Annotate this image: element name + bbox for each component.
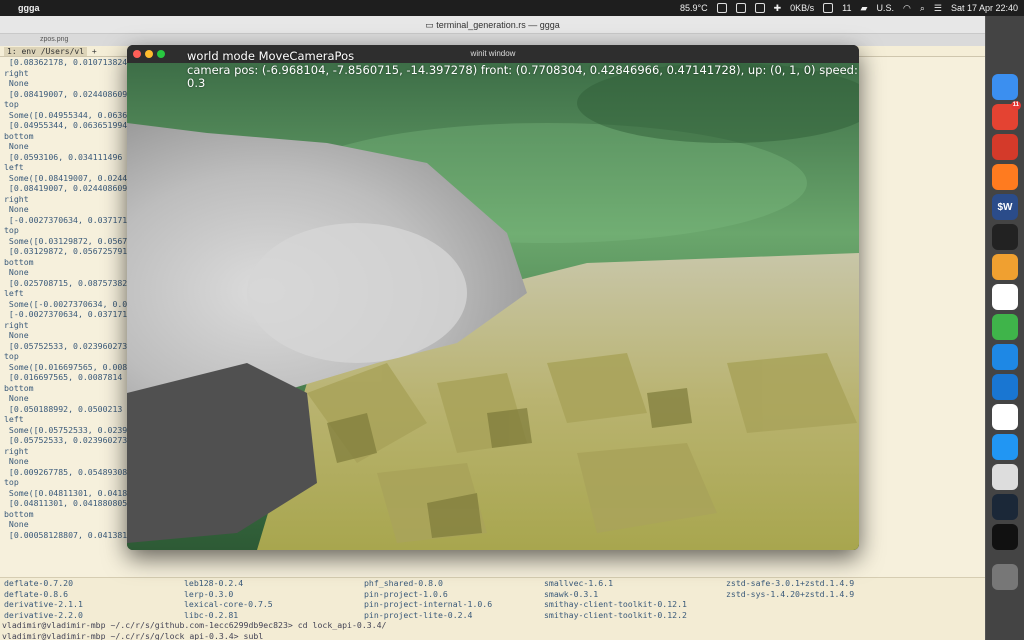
xcode-x-icon[interactable] — [992, 314, 1018, 340]
terminal-icon[interactable] — [992, 524, 1018, 550]
hud-mode: world mode MoveCameraPos — [187, 49, 355, 63]
calendar-icon[interactable] — [823, 3, 834, 13]
minimize-icon[interactable] — [145, 50, 153, 58]
terminal-sw-icon[interactable]: $W — [992, 194, 1018, 220]
dropbox-icon[interactable] — [716, 3, 727, 13]
document-icon: ▭ — [425, 20, 437, 30]
input-source[interactable]: U.S. — [876, 3, 894, 13]
todoist-icon[interactable]: 11 — [992, 101, 1021, 130]
crate-list: deflate-0.7.20 leb128-0.2.4 phf_shared-0.8… — [2, 578, 985, 620]
status-area: 85.9°C ✚ 0KB/s 11 ▰ U.S. ◠ ⌕ ☰ Sat 17 Ap… — [680, 3, 1018, 14]
crate-entry: pin-project-lite-0.2.4 — [364, 609, 473, 620]
wifi-icon[interactable]: ◠ — [903, 3, 911, 14]
notification-badge: 11 — [1010, 101, 1021, 110]
dock-icon-label: $W — [997, 201, 1013, 213]
app-store-icon[interactable] — [992, 344, 1018, 370]
xcode-icon[interactable] — [992, 374, 1018, 400]
menu-bar: ggga 85.9°C ✚ 0KB/s 11 ▰ U.S. ◠ ⌕ ☰ Sat … — [0, 0, 1024, 16]
crate-entry: derivative-2.1.1 — [4, 599, 83, 609]
crate-entry: smawk-0.3.1 — [544, 588, 599, 599]
search-icon[interactable]: ⌕ — [920, 3, 925, 14]
dock: 11 $W — [985, 16, 1024, 640]
shield-icon[interactable] — [754, 3, 765, 13]
crate-entry: libc-0.2.81 — [184, 609, 239, 620]
control-center-icon[interactable]: ☰ — [934, 3, 942, 14]
crate-entry: lerp-0.3.0 — [184, 588, 234, 599]
crate-entry: smithay-client-toolkit-0.12.2 — [544, 609, 687, 620]
chrome-icon[interactable] — [992, 404, 1018, 430]
close-icon[interactable] — [133, 50, 141, 58]
tmux-new-tab[interactable]: + — [92, 47, 97, 56]
steam-icon[interactable] — [992, 494, 1018, 520]
safari-icon[interactable] — [992, 434, 1018, 460]
finder-icon[interactable] — [992, 74, 1018, 100]
slack-icon[interactable] — [992, 284, 1018, 310]
firefox-icon[interactable] — [992, 164, 1018, 190]
cloud-app-icon[interactable] — [992, 134, 1018, 160]
temperature-indicator[interactable]: 85.9°C — [680, 3, 708, 13]
app-menu-name[interactable]: ggga — [18, 3, 40, 13]
activity-monitor-icon[interactable] — [992, 224, 1018, 250]
hud: world mode MoveCameraPos camera pos: (-6… — [187, 49, 859, 91]
crate-entry: lexical-core-0.7.5 — [184, 599, 273, 609]
crate-entry: derivative-2.2.0 — [4, 609, 83, 620]
terminal-bottom-pane[interactable]: deflate-0.7.20 leb128-0.2.4 phf_shared-0.8… — [0, 577, 985, 640]
hud-camera: camera pos: (-6.968104, -7.8560715, -14.… — [187, 62, 858, 90]
shell-prompt-2: vladimir@vladimir-mbp ~/.c/r/s/g/lock_ap… — [2, 630, 264, 640]
medical-icon[interactable]: ✚ — [774, 3, 782, 14]
crate-entry: smallvec-1.6.1 — [544, 578, 614, 588]
crate-entry: leb128-0.2.4 — [184, 578, 244, 588]
terminal-window-title[interactable]: ▭ terminal_generation.rs — ggga — [0, 16, 985, 34]
crate-entry: zstd-safe-3.0.1+zstd.1.4.9 — [726, 578, 855, 588]
winit-window[interactable]: winit window world mode MoveCameraPos ca… — [127, 45, 859, 550]
flag-icon[interactable]: ▰ — [861, 3, 868, 14]
crate-entry: pin-project-1.0.6 — [364, 588, 448, 599]
tmux-tab[interactable]: 1: env /Users/vl — [4, 47, 88, 56]
zoom-icon[interactable] — [157, 50, 165, 58]
crate-entry: pin-project-internal-1.0.6 — [364, 599, 493, 609]
crate-entry: phf_shared-0.8.0 — [364, 578, 443, 588]
printer-icon[interactable] — [992, 464, 1018, 490]
crate-entry: deflate-0.8.6 — [4, 588, 69, 599]
file-tab[interactable]: zpos.png — [40, 36, 68, 43]
clock[interactable]: Sat 17 Apr 22:40 — [951, 3, 1018, 13]
crate-entry: smithay-client-toolkit-0.12.1 — [544, 599, 687, 609]
sublime-icon[interactable] — [992, 254, 1018, 280]
calendar-count: 11 — [842, 3, 852, 13]
phone-icon[interactable] — [735, 3, 746, 13]
network-speed[interactable]: 0KB/s — [790, 3, 814, 13]
shell-prompt-1: vladimir@vladimir-mbp ~/.c/r/s/github.co… — [2, 620, 387, 630]
trash-icon[interactable] — [992, 564, 1018, 590]
crate-entry: zstd-sys-1.4.20+zstd.1.4.9 — [726, 588, 855, 599]
render-viewport[interactable] — [127, 63, 859, 550]
terminal-title-text: terminal_generation.rs — ggga — [436, 20, 560, 30]
crate-entry: deflate-0.7.20 — [4, 578, 74, 588]
